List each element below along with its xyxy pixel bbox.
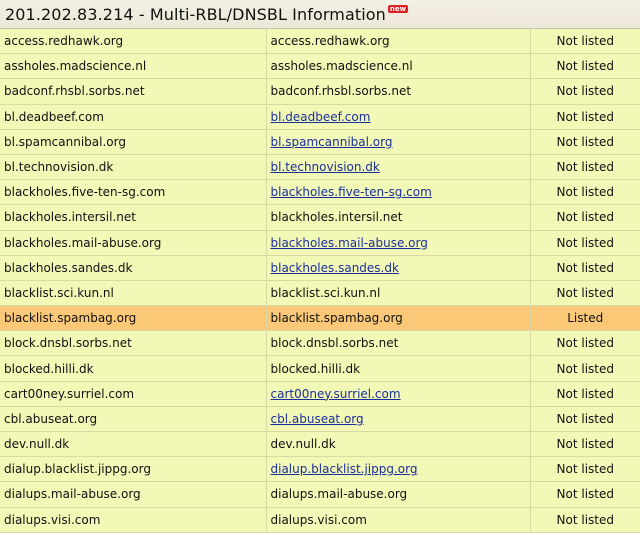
rbl-lookup-cell: block.dnsbl.sorbs.net bbox=[266, 330, 531, 357]
rbl-server-cell: blacklist.spambag.org bbox=[0, 305, 267, 332]
rbl-lookup-cell: blackholes.five-ten-sg.com bbox=[266, 179, 531, 206]
rbl-lookup-cell: blackholes.mail-abuse.org bbox=[266, 230, 531, 256]
status-not-listed: Not listed bbox=[530, 431, 640, 458]
status-not-listed: Not listed bbox=[530, 129, 640, 155]
table-row: bl.spamcannibal.org bl.spamcannibal.org No… bbox=[0, 129, 640, 155]
status-not-listed: Not listed bbox=[530, 381, 640, 407]
rbl-server-cell: cbl.abuseat.org bbox=[0, 406, 267, 433]
rbl-lookup-link[interactable]: blackholes.five-ten-sg.com bbox=[271, 185, 432, 199]
rbl-lookup-cell: bl.deadbeef.com bbox=[266, 104, 531, 130]
table-row: blackholes.intersil.net blackholes.inters… bbox=[0, 204, 640, 231]
status-not-listed: Not listed bbox=[530, 104, 640, 130]
rbl-lookup-cell: bl.technovision.dk bbox=[266, 154, 531, 181]
rbl-server-cell: bl.spamcannibal.org bbox=[0, 129, 267, 155]
rbl-lookup-link[interactable]: bl.spamcannibal.org bbox=[271, 135, 393, 149]
rbl-server-cell: bl.technovision.dk bbox=[0, 154, 267, 181]
rbl-lookup-cell: blocked.hilli.dk bbox=[266, 355, 531, 382]
rbl-server-cell: dialup.blacklist.jippg.org bbox=[0, 456, 267, 483]
rbl-lookup-cell: dialup.blacklist.jippg.org bbox=[266, 456, 531, 483]
status-not-listed: Not listed bbox=[530, 280, 640, 307]
table-row: blocked.hilli.dk blocked.hilli.dk Not list… bbox=[0, 355, 640, 382]
status-not-listed: Not listed bbox=[530, 154, 640, 181]
rbl-server-cell: dialups.visi.com bbox=[0, 507, 267, 533]
status-not-listed: Not listed bbox=[530, 406, 640, 433]
rbl-server-cell: access.redhawk.org bbox=[0, 29, 267, 55]
status-not-listed: Not listed bbox=[530, 230, 640, 256]
status-not-listed: Not listed bbox=[530, 78, 640, 105]
rbl-lookup-cell: blackholes.sandes.dk bbox=[266, 255, 531, 281]
rbl-results-table: access.redhawk.org access.redhawk.org Not … bbox=[0, 29, 640, 533]
rbl-lookup-cell: dev.null.dk bbox=[266, 431, 531, 458]
rbl-server-cell: assholes.madscience.nl bbox=[0, 53, 267, 80]
rbl-lookup-cell: badconf.rhsbl.sorbs.net bbox=[266, 78, 531, 105]
table-row: dialups.mail-abuse.org dialups.mail-abuse… bbox=[0, 481, 640, 508]
status-listed: Listed bbox=[530, 305, 640, 332]
table-row: blacklist.sci.kun.nl blacklist.sci.kun.nl… bbox=[0, 280, 640, 307]
status-not-listed: Not listed bbox=[530, 204, 640, 231]
table-row: blackholes.five-ten-sg.com blackholes.fiv… bbox=[0, 179, 640, 206]
rbl-lookup-cell: cart00ney.surriel.com bbox=[266, 381, 531, 407]
status-not-listed: Not listed bbox=[530, 456, 640, 483]
rbl-results-body: access.redhawk.org access.redhawk.org Not … bbox=[0, 29, 640, 533]
rbl-server-cell: blocked.hilli.dk bbox=[0, 355, 267, 382]
rbl-server-cell: bl.deadbeef.com bbox=[0, 104, 267, 130]
rbl-lookup-link[interactable]: bl.technovision.dk bbox=[271, 160, 380, 174]
rbl-lookup-link[interactable]: cbl.abuseat.org bbox=[271, 412, 364, 426]
table-row: dialup.blacklist.jippg.org dialup.blackli… bbox=[0, 456, 640, 483]
rbl-server-cell: blackholes.five-ten-sg.com bbox=[0, 179, 267, 206]
status-not-listed: Not listed bbox=[530, 355, 640, 382]
page-header: 201.202.83.214 - Multi-RBL/DNSBL Informa… bbox=[0, 0, 640, 29]
status-not-listed: Not listed bbox=[530, 53, 640, 80]
rbl-server-cell: dev.null.dk bbox=[0, 431, 267, 458]
rbl-lookup-cell: dialups.mail-abuse.org bbox=[266, 481, 531, 508]
rbl-lookup-cell: access.redhawk.org bbox=[266, 29, 531, 55]
table-row: blackholes.sandes.dk blackholes.sandes.dk… bbox=[0, 255, 640, 281]
table-row: assholes.madscience.nl assholes.madscienc… bbox=[0, 53, 640, 80]
rbl-lookup-cell: blackholes.intersil.net bbox=[266, 204, 531, 231]
table-row: dev.null.dk dev.null.dk Not listed bbox=[0, 431, 640, 458]
status-not-listed: Not listed bbox=[530, 481, 640, 508]
table-row: cbl.abuseat.org cbl.abuseat.org Not listed bbox=[0, 406, 640, 433]
status-not-listed: Not listed bbox=[530, 255, 640, 281]
rbl-lookup-cell: assholes.madscience.nl bbox=[266, 53, 531, 80]
rbl-lookup-link[interactable]: blackholes.mail-abuse.org bbox=[271, 236, 428, 250]
rbl-lookup-cell: dialups.visi.com bbox=[266, 507, 531, 533]
table-row: blacklist.spambag.org blacklist.spambag.o… bbox=[0, 305, 640, 332]
rbl-server-cell: dialups.mail-abuse.org bbox=[0, 481, 267, 508]
table-row: blackholes.mail-abuse.org blackholes.mail… bbox=[0, 230, 640, 256]
table-row: cart00ney.surriel.com cart00ney.surriel.c… bbox=[0, 381, 640, 407]
rbl-lookup-cell: bl.spamcannibal.org bbox=[266, 129, 531, 155]
table-row: badconf.rhsbl.sorbs.net badconf.rhsbl.sor… bbox=[0, 78, 640, 105]
rbl-lookup-link[interactable]: bl.deadbeef.com bbox=[271, 110, 371, 124]
status-not-listed: Not listed bbox=[530, 29, 640, 55]
table-row: access.redhawk.org access.redhawk.org Not … bbox=[0, 29, 640, 55]
status-not-listed: Not listed bbox=[530, 330, 640, 357]
rbl-lookup-cell: blacklist.spambag.org bbox=[266, 305, 531, 332]
rbl-lookup-link[interactable]: dialup.blacklist.jippg.org bbox=[271, 462, 418, 476]
table-row: bl.deadbeef.com bl.deadbeef.com Not listed bbox=[0, 104, 640, 130]
rbl-server-cell: blackholes.intersil.net bbox=[0, 204, 267, 231]
rbl-lookup-cell: blacklist.sci.kun.nl bbox=[266, 280, 531, 307]
rbl-lookup-link[interactable]: blackholes.sandes.dk bbox=[271, 261, 399, 275]
rbl-lookup-cell: cbl.abuseat.org bbox=[266, 406, 531, 433]
rbl-server-cell: blacklist.sci.kun.nl bbox=[0, 280, 267, 307]
page-title: 201.202.83.214 - Multi-RBL/DNSBL Informa… bbox=[5, 5, 386, 24]
table-row: dialups.visi.com dialups.visi.com Not list… bbox=[0, 507, 640, 533]
rbl-server-cell: cart00ney.surriel.com bbox=[0, 381, 267, 407]
rbl-lookup-link[interactable]: cart00ney.surriel.com bbox=[271, 387, 401, 401]
new-badge: new bbox=[387, 5, 409, 13]
status-not-listed: Not listed bbox=[530, 179, 640, 206]
rbl-server-cell: block.dnsbl.sorbs.net bbox=[0, 330, 267, 357]
table-row: bl.technovision.dk bl.technovision.dk Not … bbox=[0, 154, 640, 181]
rbl-server-cell: blackholes.sandes.dk bbox=[0, 255, 267, 281]
rbl-server-cell: badconf.rhsbl.sorbs.net bbox=[0, 78, 267, 105]
status-not-listed: Not listed bbox=[530, 507, 640, 533]
table-row: block.dnsbl.sorbs.net block.dnsbl.sorbs.n… bbox=[0, 330, 640, 357]
rbl-server-cell: blackholes.mail-abuse.org bbox=[0, 230, 267, 256]
